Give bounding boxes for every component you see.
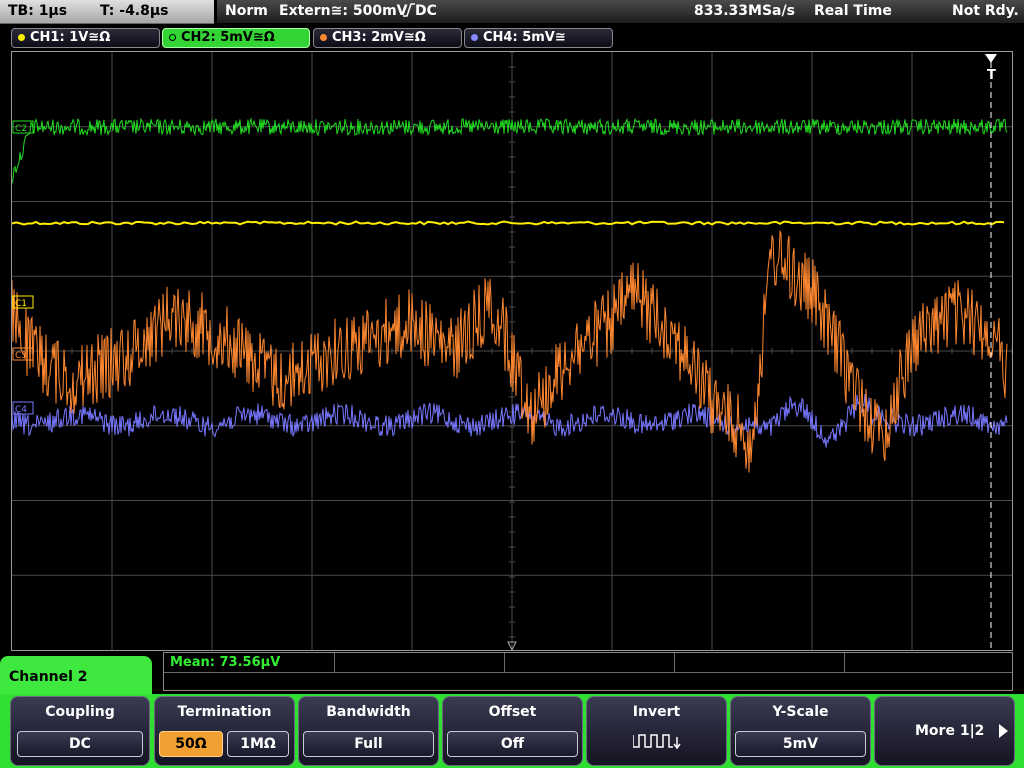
- bandwidth-softkey[interactable]: Bandwidth Full: [298, 696, 439, 766]
- trigger-marker: T: [987, 68, 996, 83]
- waveform-display[interactable]: T C2 C1 C3 C4: [11, 51, 1013, 651]
- ch3-label: CH3: 2mV≅Ω: [332, 30, 426, 45]
- inverted-square-wave-icon: [632, 731, 681, 755]
- timebase-readout: TB: 1µs: [8, 3, 68, 19]
- trigger-panel[interactable]: Norm Extern≅: 500mV DC 833.33MSa/s Real …: [217, 0, 1024, 23]
- ch4-dot-icon: [471, 34, 478, 41]
- tab-ch4[interactable]: CH4: 5mV≅: [464, 28, 613, 48]
- measurement-cell-5[interactable]: [844, 653, 1012, 673]
- yscale-softkey[interactable]: Y-Scale 5mV: [730, 696, 871, 766]
- termination-50-ohm[interactable]: 50Ω: [159, 731, 223, 757]
- measurement-cell-2[interactable]: [334, 653, 505, 673]
- offset-value[interactable]: Off: [447, 731, 578, 757]
- svg-text:C4: C4: [15, 405, 27, 415]
- yscale-value[interactable]: 5mV: [735, 731, 866, 757]
- offset-softkey[interactable]: Offset Off: [442, 696, 583, 766]
- trigger-time-readout: T: -4.8µs: [100, 3, 169, 19]
- svg-text:C1: C1: [15, 299, 27, 309]
- measurement-cell-1[interactable]: Mean: 73.56µV: [164, 653, 335, 673]
- waveform-canvas: T C2 C1 C3 C4: [12, 52, 1012, 650]
- tab-ch3[interactable]: CH3: 2mV≅Ω: [313, 28, 462, 48]
- ch2-label: CH2: 5mV≅Ω: [181, 30, 275, 45]
- ch1-label: CH1: 1V≅Ω: [30, 30, 111, 45]
- bandwidth-label: Bandwidth: [326, 704, 411, 720]
- trigger-mode: Norm: [225, 3, 268, 19]
- ch1-dot-icon: [18, 34, 25, 41]
- coupling-value[interactable]: DC: [17, 731, 143, 757]
- offset-label: Offset: [488, 704, 537, 720]
- tab-ch1[interactable]: CH1: 1V≅Ω: [11, 28, 160, 48]
- trigger-coupling: DC: [415, 3, 437, 19]
- measurement-cell-4[interactable]: [674, 653, 845, 673]
- trigger-source: Extern≅: 500mV: [279, 3, 408, 19]
- mean-measurement: Mean: 73.56µV: [170, 655, 281, 670]
- menu-title: Channel 2: [9, 669, 88, 685]
- ch4-label: CH4: 5mV≅: [483, 30, 566, 45]
- svg-text:C3: C3: [15, 351, 27, 361]
- status-bar: TB: 1µs T: -4.8µs Norm Extern≅: 500mV DC…: [0, 0, 1024, 25]
- yscale-label: Y-Scale: [772, 704, 829, 720]
- trigger-state: Not Rdy.: [952, 3, 1019, 19]
- invert-softkey[interactable]: Invert: [586, 696, 727, 766]
- measurement-bar: Mean: 73.56µV: [163, 652, 1013, 691]
- ch1-trace: [12, 220, 1005, 226]
- trigger-position-icon[interactable]: [985, 54, 997, 63]
- ch4-marker[interactable]: C4: [12, 401, 34, 415]
- termination-label: Termination: [177, 704, 272, 720]
- termination-softkey[interactable]: Termination 50Ω 1MΩ: [154, 696, 295, 766]
- ch2-dot-icon: [169, 34, 176, 41]
- sample-rate: 833.33MSa/s: [694, 3, 795, 19]
- arrow-right-icon: [999, 724, 1008, 738]
- termination-1m-ohm[interactable]: 1MΩ: [227, 731, 289, 757]
- ch3-dot-icon: [320, 34, 327, 41]
- ch2-trace: [12, 117, 1008, 184]
- more-label: More 1|2: [915, 723, 985, 739]
- ch4-trace: [12, 393, 1008, 448]
- coupling-label: Coupling: [45, 704, 115, 720]
- svg-text:C2: C2: [15, 124, 27, 134]
- measurement-cell-3[interactable]: [504, 653, 675, 673]
- timebase-panel[interactable]: TB: 1µs T: -4.8µs: [0, 0, 214, 24]
- bandwidth-value[interactable]: Full: [303, 731, 434, 757]
- acquisition-mode: Real Time: [814, 3, 892, 19]
- invert-label: Invert: [632, 704, 681, 720]
- ch1-marker[interactable]: C1: [12, 295, 34, 309]
- tab-ch2[interactable]: CH2: 5mV≅Ω: [162, 28, 310, 48]
- coupling-softkey[interactable]: Coupling DC: [10, 696, 150, 766]
- rising-edge-icon: [403, 3, 415, 21]
- more-softkey[interactable]: More 1|2: [874, 696, 1015, 766]
